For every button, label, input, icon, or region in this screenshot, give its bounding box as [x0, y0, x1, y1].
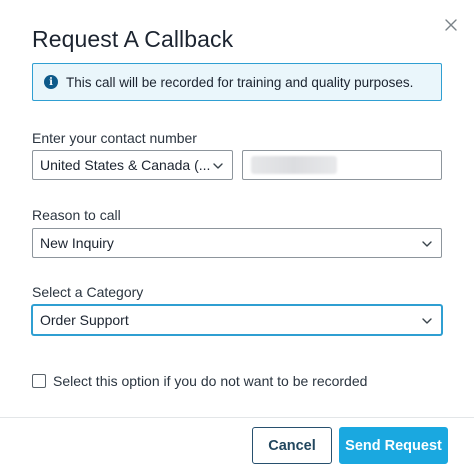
reason-select[interactable]: New Inquiry — [32, 228, 442, 258]
chevron-down-icon — [422, 241, 432, 247]
country-code-value: United States & Canada (... — [40, 157, 211, 173]
cancel-button[interactable]: Cancel — [252, 427, 332, 464]
close-icon[interactable] — [442, 16, 460, 34]
category-value: Order Support — [40, 312, 129, 328]
recording-notice-text: This call will be recorded for training … — [66, 74, 414, 90]
country-code-select[interactable]: United States & Canada (... — [32, 150, 233, 180]
request-callback-dialog: Request A Callback i This call will be r… — [0, 0, 474, 470]
contact-number-label: Enter your contact number — [32, 130, 197, 146]
category-select[interactable]: Order Support — [32, 305, 442, 335]
redacted-phone-number — [251, 156, 337, 174]
recording-opt-out-label: Select this option if you do not want to… — [53, 373, 368, 389]
recording-opt-out-checkbox[interactable] — [32, 374, 46, 388]
category-label: Select a Category — [32, 284, 144, 300]
recording-notice-banner: i This call will be recorded for trainin… — [32, 63, 442, 101]
reason-label: Reason to call — [32, 207, 121, 223]
dialog-title: Request A Callback — [32, 26, 234, 52]
recording-opt-out-option[interactable]: Select this option if you do not want to… — [32, 373, 367, 389]
phone-number-input[interactable] — [242, 150, 442, 180]
send-request-button[interactable]: Send Request — [339, 427, 448, 464]
chevron-down-icon — [422, 318, 432, 324]
info-icon: i — [44, 75, 58, 89]
chevron-down-icon — [213, 163, 223, 169]
reason-value: New Inquiry — [40, 235, 114, 251]
